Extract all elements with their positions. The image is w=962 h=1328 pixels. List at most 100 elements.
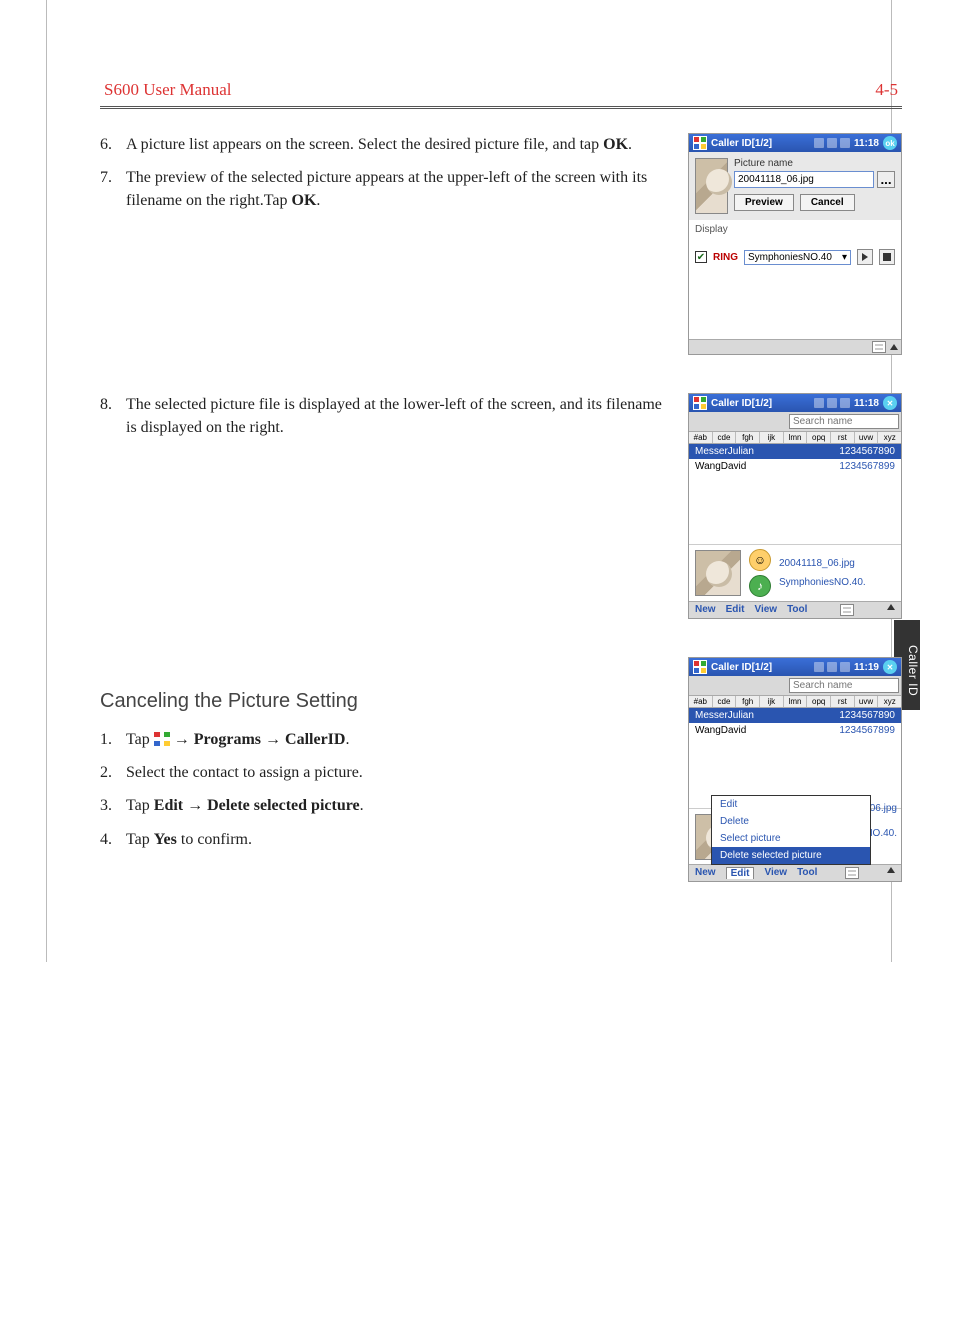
bold-fragment: OK <box>603 136 628 153</box>
bold-fragment: OK <box>292 192 317 209</box>
alpha-tab[interactable]: cde <box>713 696 737 707</box>
start-icon[interactable] <box>693 660 707 674</box>
alpha-tabs[interactable]: #ab cde fgh ijk lmn opq rst uvw xyz <box>689 696 901 708</box>
sync-icon <box>814 398 824 408</box>
preview-button[interactable]: Preview <box>734 194 794 211</box>
status-icons <box>814 138 850 148</box>
alpha-tab[interactable]: ijk <box>760 432 784 443</box>
alpha-tab[interactable]: uvw <box>855 696 879 707</box>
menu-tool[interactable]: Tool <box>797 867 817 879</box>
search-input[interactable] <box>789 414 899 429</box>
stop-button[interactable] <box>879 249 895 265</box>
alpha-tab[interactable]: xyz <box>878 696 901 707</box>
keyboard-icon[interactable] <box>840 604 854 616</box>
play-button[interactable] <box>857 249 873 265</box>
alpha-tab[interactable]: #ab <box>689 432 713 443</box>
volume-icon <box>840 662 850 672</box>
picture-thumbnail <box>695 158 728 214</box>
volume-icon <box>840 398 850 408</box>
search-input[interactable] <box>789 678 899 693</box>
alpha-tab[interactable]: opq <box>807 696 831 707</box>
bold-fragment: Edit <box>154 797 183 814</box>
volume-icon <box>840 138 850 148</box>
window-title: Caller ID[1/2] <box>711 662 810 673</box>
menu-edit[interactable]: Edit <box>726 604 745 616</box>
alpha-tab[interactable]: rst <box>831 432 855 443</box>
menu-new[interactable]: New <box>695 867 716 879</box>
screenshot-preview-dialog: Caller ID[1/2] 11:18 ok <box>688 133 902 355</box>
clock: 11:18 <box>854 138 879 149</box>
alpha-tab[interactable]: ijk <box>760 696 784 707</box>
close-button[interactable]: ✕ <box>883 660 897 674</box>
alpha-tab[interactable]: xyz <box>878 432 901 443</box>
step: 2.Select the contact to assign a picture… <box>100 761 668 784</box>
contact-phone: 1234567890 <box>839 446 895 457</box>
sync-icon <box>814 662 824 672</box>
sip-up-icon[interactable] <box>887 867 895 873</box>
context-menu-item[interactable]: Select picture <box>712 830 870 847</box>
alpha-tab[interactable]: lmn <box>784 432 808 443</box>
context-menu-item[interactable]: Delete selected picture <box>712 847 870 864</box>
window-titlebar: Caller ID[1/2] 11:18 ok <box>689 134 901 152</box>
alpha-tabs[interactable]: #ab cde fgh ijk lmn opq rst uvw xyz <box>689 432 901 444</box>
contact-row[interactable]: WangDavid 1234567899 <box>689 723 901 738</box>
contact-row[interactable]: MesserJulian 1234567890 <box>689 708 901 723</box>
window-titlebar: Caller ID[1/2] 11:19 ✕ <box>689 658 901 676</box>
menu-tool[interactable]: Tool <box>787 604 807 616</box>
picture-filename-input[interactable] <box>734 171 874 188</box>
ringtone-value: SymphoniesNO.40 <box>748 252 832 263</box>
alpha-tab[interactable]: #ab <box>689 696 713 707</box>
contact-row[interactable]: WangDavid 1234567899 <box>689 459 901 474</box>
assigned-picture-filename: 20041118_06.jpg <box>779 558 895 569</box>
step-6: 6. A picture list appears on the screen.… <box>100 133 668 156</box>
start-icon[interactable] <box>693 396 707 410</box>
contact-name: MesserJulian <box>695 446 839 457</box>
context-menu-item[interactable]: Edit <box>712 796 870 813</box>
context-menu-item[interactable]: Delete <box>712 813 870 830</box>
keyboard-icon[interactable] <box>872 341 886 353</box>
alpha-tab[interactable]: uvw <box>855 432 879 443</box>
alpha-tab[interactable]: lmn <box>784 696 808 707</box>
browse-button[interactable]: ... <box>877 171 895 188</box>
menu-view[interactable]: View <box>764 867 787 879</box>
preview-row: ☺ ♪ 20041118_06.jpg SymphoniesNO.40. <box>689 544 901 601</box>
steps-list-a: 6. A picture list appears on the screen.… <box>100 133 668 213</box>
ringtone-select[interactable]: SymphoniesNO.40 ▾ <box>744 250 851 265</box>
keyboard-icon[interactable] <box>845 867 859 879</box>
step: 4.Tap Yes to confirm. <box>100 828 668 851</box>
bold-fragment: Delete selected picture <box>207 797 360 814</box>
alpha-tab[interactable]: cde <box>713 432 737 443</box>
ring-label: RING <box>713 252 738 263</box>
ok-button[interactable]: ok <box>883 136 897 150</box>
alpha-tab[interactable]: rst <box>831 696 855 707</box>
text-fragment: . <box>316 192 320 209</box>
sip-bar <box>689 339 901 354</box>
contact-phone: 1234567899 <box>839 725 895 736</box>
contact-row[interactable]: MesserJulian 1234567890 <box>689 444 901 459</box>
menu-edit[interactable]: Edit <box>726 867 755 879</box>
ring-checkbox[interactable]: ✔ <box>695 251 707 263</box>
step-number: 8. <box>100 393 126 439</box>
menu-view[interactable]: View <box>754 604 777 616</box>
alpha-tab[interactable]: fgh <box>736 696 760 707</box>
contact-phone: 1234567890 <box>839 710 895 721</box>
text-fragment: The preview of the selected picture appe… <box>126 169 647 209</box>
sip-up-icon[interactable] <box>887 604 895 610</box>
close-button[interactable]: ✕ <box>883 396 897 410</box>
windows-start-icon <box>154 732 170 746</box>
alpha-tab[interactable]: fgh <box>736 432 760 443</box>
step-number: 3. <box>100 794 126 817</box>
picture-thumbnail <box>695 550 741 596</box>
status-icons <box>814 398 850 408</box>
menu-new[interactable]: New <box>695 604 716 616</box>
start-icon[interactable] <box>693 136 707 150</box>
cancel-button[interactable]: Cancel <box>800 194 855 211</box>
step-text: Tap Edit → Delete selected picture. <box>126 794 668 817</box>
section-heading: Canceling the Picture Setting <box>100 687 668 716</box>
signal-icon <box>827 138 837 148</box>
alpha-tab[interactable]: opq <box>807 432 831 443</box>
step-text: A picture list appears on the screen. Se… <box>126 133 668 156</box>
text-fragment: A picture list appears on the screen. Se… <box>126 136 603 153</box>
sip-up-icon[interactable] <box>890 344 898 350</box>
window-titlebar: Caller ID[1/2] 11:18 ✕ <box>689 394 901 412</box>
